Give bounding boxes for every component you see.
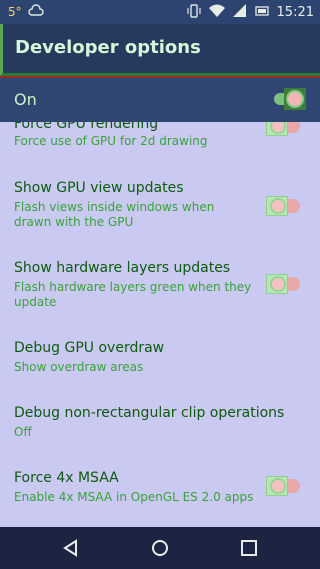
setting-summary: Force use of GPU for 2d drawing: [14, 134, 208, 148]
navigation-bar: [0, 527, 320, 569]
toggle-switch[interactable]: [266, 474, 304, 498]
setting-title: Show hardware layers updates: [14, 260, 231, 276]
list-item[interactable]: Force 4x MSAA Enable 4x MSAA in OpenGL E…: [0, 468, 320, 512]
setting-title: Force 4x MSAA: [14, 470, 119, 486]
list-item[interactable]: Show hardware layers updates Flash hardw…: [0, 258, 320, 314]
clock-text: 15:21: [276, 5, 314, 20]
setting-title: Debug non-rectangular clip operations: [14, 405, 285, 421]
setting-summary: Show overdraw areas: [14, 360, 144, 374]
temperature-text: 5°: [8, 4, 22, 19]
list-item[interactable]: Debug non-rectangular clip operations Of…: [0, 403, 320, 447]
vibrate-icon: [186, 4, 201, 21]
settings-list[interactable]: Force GPU rendering Force use of GPU for…: [0, 122, 320, 527]
setting-summary: Flash hardware layers green when they up…: [14, 280, 252, 309]
toggle-switch[interactable]: [266, 272, 304, 296]
cell-signal-icon: [232, 4, 247, 21]
recents-icon[interactable]: [238, 537, 260, 559]
setting-title: Show GPU view updates: [14, 180, 184, 196]
setting-summary: Off: [14, 425, 32, 439]
master-switch-bar[interactable]: On: [0, 76, 320, 122]
setting-title: Debug GPU overdraw: [14, 340, 165, 356]
setting-summary: Flash views inside windows when drawn wi…: [14, 200, 215, 229]
setting-summary: Enable 4x MSAA in OpenGL ES 2.0 apps: [14, 490, 254, 504]
status-bar: 5° 15:21: [0, 0, 320, 24]
wifi-icon: [208, 4, 225, 21]
cloud-icon: [28, 4, 44, 19]
back-icon[interactable]: [60, 537, 82, 559]
battery-icon: [254, 4, 269, 21]
list-item[interactable]: Show GPU view updates Flash views inside…: [0, 178, 320, 234]
toggle-switch[interactable]: [266, 122, 304, 138]
toggle-switch[interactable]: [266, 194, 304, 218]
master-switch[interactable]: [272, 88, 306, 110]
setting-title: Force GPU rendering: [14, 122, 159, 132]
master-switch-label: On: [14, 90, 37, 109]
app-toolbar: Developer options: [0, 24, 320, 76]
list-item[interactable]: Force GPU rendering Force use of GPU for…: [0, 122, 320, 160]
list-item[interactable]: Debug GPU overdraw Show overdraw areas: [0, 338, 320, 382]
page-title: Developer options: [15, 37, 201, 58]
home-icon[interactable]: [149, 537, 171, 559]
